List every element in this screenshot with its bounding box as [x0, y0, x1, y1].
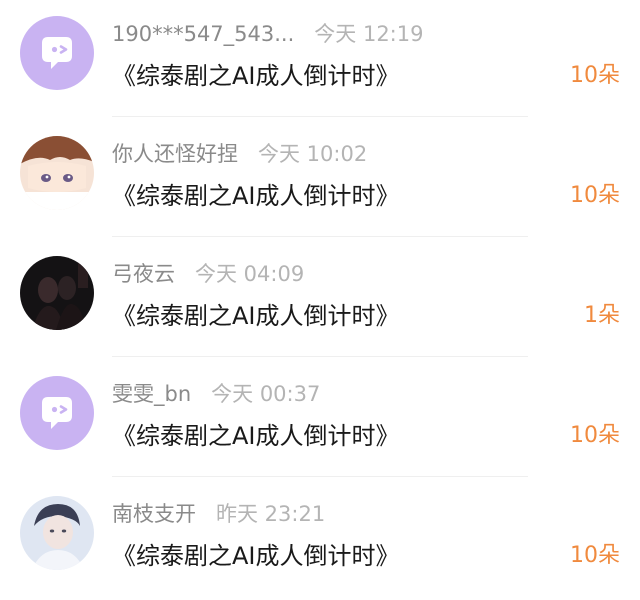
- list-item[interactable]: 你人还怪好捏 今天 10:02 《综泰剧之AI成人倒计时》 10朵: [0, 120, 640, 240]
- anime-boy-image: [20, 136, 94, 210]
- list-item[interactable]: 190***547_543... 今天 12:19 《综泰剧之AI成人倒计时》 1…: [0, 0, 640, 120]
- divider: [112, 356, 528, 357]
- timestamp: 今天 12:19: [314, 22, 424, 46]
- username[interactable]: 190***547_543...: [112, 22, 294, 46]
- list-item[interactable]: 南枝支开 昨天 23:21 《综泰剧之AI成人倒计时》 10朵: [0, 480, 640, 600]
- timestamp: 今天 00:37: [211, 382, 321, 406]
- name-line: 南枝支开 昨天 23:21: [112, 498, 325, 530]
- username[interactable]: 你人还怪好捏: [112, 142, 238, 166]
- book-title[interactable]: 《综泰剧之AI成人倒计时》: [112, 538, 400, 574]
- name-line: 雯雯_bn 今天 00:37: [112, 378, 320, 410]
- timestamp: 今天 10:02: [258, 142, 368, 166]
- divider: [112, 236, 528, 237]
- chat-bubble-icon: [20, 16, 94, 90]
- avatar[interactable]: [20, 496, 94, 570]
- flower-count: 10朵: [570, 543, 620, 568]
- avatar[interactable]: [20, 136, 94, 210]
- avatar[interactable]: [20, 256, 94, 330]
- username[interactable]: 雯雯_bn: [112, 382, 191, 406]
- avatar[interactable]: [20, 376, 94, 450]
- chat-bubble-icon: [20, 376, 94, 450]
- list-item[interactable]: 弓夜云 今天 04:09 《综泰剧之AI成人倒计时》 1朵: [0, 240, 640, 360]
- name-line: 190***547_543... 今天 12:19: [112, 18, 423, 50]
- book-title[interactable]: 《综泰剧之AI成人倒计时》: [112, 418, 400, 454]
- flower-count: 1朵: [584, 303, 620, 328]
- list-item[interactable]: 雯雯_bn 今天 00:37 《综泰剧之AI成人倒计时》 10朵: [0, 360, 640, 480]
- flower-count: 10朵: [570, 63, 620, 88]
- name-line: 弓夜云 今天 04:09: [112, 258, 304, 290]
- book-title[interactable]: 《综泰剧之AI成人倒计时》: [112, 58, 400, 94]
- username[interactable]: 弓夜云: [112, 262, 175, 286]
- timestamp: 昨天 23:21: [216, 502, 326, 526]
- flower-count: 10朵: [570, 183, 620, 208]
- book-title[interactable]: 《综泰剧之AI成人倒计时》: [112, 178, 400, 214]
- name-line: 你人还怪好捏 今天 10:02: [112, 138, 367, 170]
- flower-count: 10朵: [570, 423, 620, 448]
- dark-photo-image: [20, 256, 94, 330]
- username[interactable]: 南枝支开: [112, 502, 196, 526]
- avatar[interactable]: [20, 16, 94, 90]
- timestamp: 今天 04:09: [195, 262, 305, 286]
- gift-record-list: 190***547_543... 今天 12:19 《综泰剧之AI成人倒计时》 1…: [0, 0, 640, 591]
- book-title[interactable]: 《综泰剧之AI成人倒计时》: [112, 298, 400, 334]
- divider: [112, 476, 528, 477]
- divider: [112, 116, 528, 117]
- portrait-image: [20, 496, 94, 570]
